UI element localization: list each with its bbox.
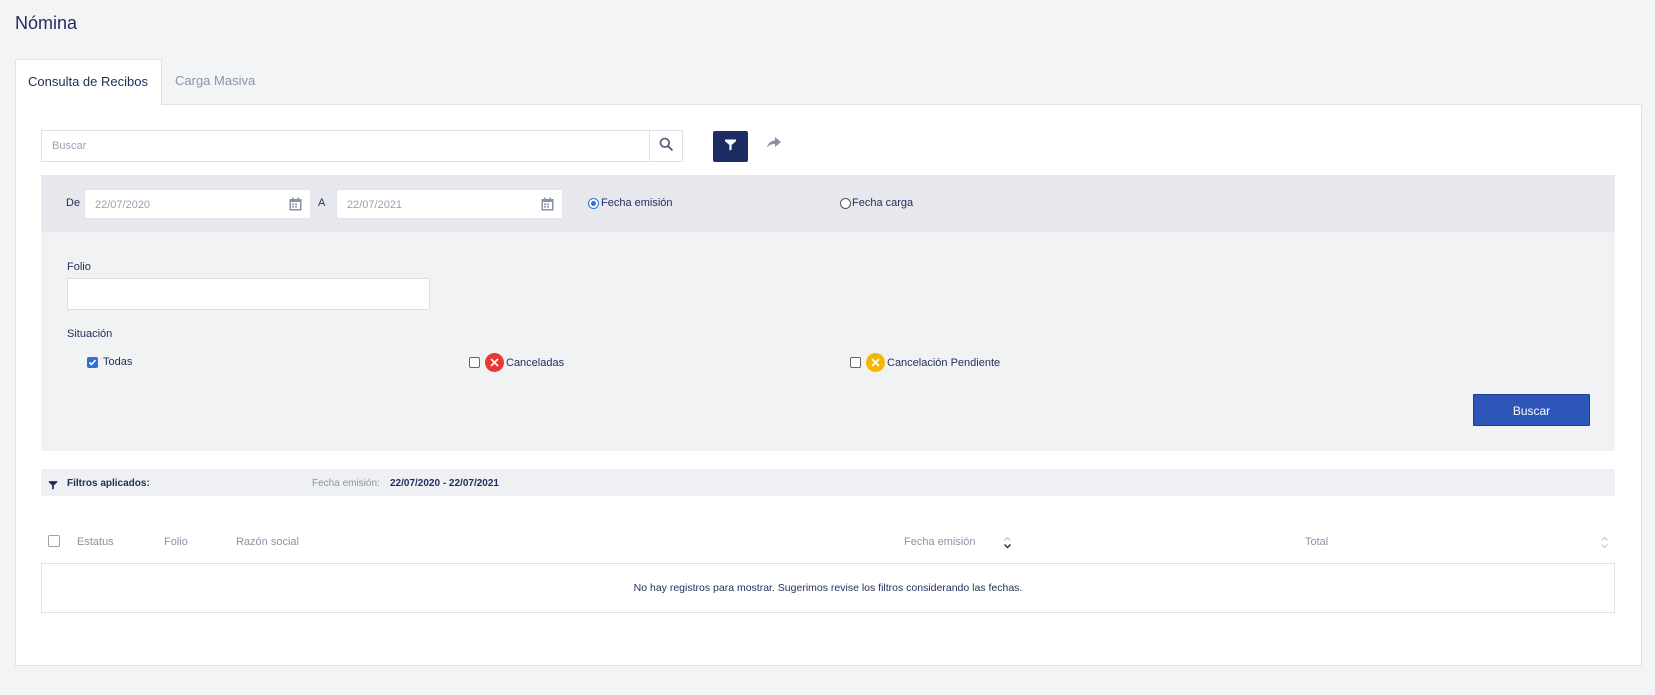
folio-label: Folio [67, 261, 91, 273]
date-from-value: 22/07/2020 [95, 199, 151, 211]
search-icon [659, 137, 673, 156]
search-button[interactable] [649, 130, 683, 162]
table-body: No hay registros para mostrar. Sugerimos… [41, 563, 1615, 613]
date-from-field[interactable]: 22/07/2020 [84, 189, 311, 219]
tab-consulta-de-recibos[interactable]: Consulta de Recibos [15, 59, 162, 105]
checkbox-canceladas[interactable] [469, 357, 480, 368]
filter-body [41, 232, 1615, 451]
calendar-icon[interactable] [541, 197, 554, 216]
date-to-label: A [318, 197, 326, 209]
applied-filters-bar [41, 469, 1615, 496]
filter-icon [724, 138, 737, 156]
checkbox-canceladas-label: Canceladas [506, 357, 565, 369]
column-header-razon-social[interactable]: Razón social [236, 536, 299, 548]
folio-input[interactable] [67, 278, 430, 310]
applied-filters-label: Filtros aplicados: [67, 478, 150, 489]
radio-fecha-emision[interactable] [588, 198, 599, 209]
applied-filter-key: Fecha emisión: [312, 478, 380, 489]
checkbox-cancelacion-pendiente-label: Cancelación Pendiente [887, 357, 1001, 369]
filter-icon [48, 477, 58, 495]
buscar-button[interactable]: Buscar [1473, 394, 1590, 426]
date-to-value: 22/07/2021 [347, 199, 403, 211]
share-button[interactable] [763, 134, 785, 156]
calendar-icon[interactable] [289, 197, 302, 216]
applied-filter-value: 22/07/2020 - 22/07/2021 [390, 478, 499, 489]
sort-icon[interactable] [1003, 536, 1012, 554]
checkbox-cancelacion-pendiente[interactable] [850, 357, 861, 368]
x-circle-icon [866, 353, 885, 372]
filter-toggle-button[interactable] [713, 131, 748, 162]
column-header-folio[interactable]: Folio [164, 536, 188, 548]
select-all-checkbox[interactable] [48, 535, 60, 547]
search-input[interactable] [42, 131, 650, 161]
tab-carga-masiva[interactable]: Carga Masiva [163, 59, 267, 105]
situacion-label: Situación [67, 328, 113, 340]
search-box [41, 130, 650, 162]
column-header-fecha-emision[interactable]: Fecha emisión [904, 536, 976, 548]
checkbox-todas-label: Todas [103, 356, 133, 368]
page-title: Nómina [15, 13, 78, 33]
x-circle-icon [485, 353, 504, 372]
column-header-estatus[interactable]: Estatus [77, 536, 114, 548]
date-to-field[interactable]: 22/07/2021 [336, 189, 563, 219]
checkbox-todas[interactable] [87, 357, 98, 368]
date-from-label: De [66, 197, 81, 209]
sort-icon[interactable] [1600, 536, 1609, 554]
column-header-total[interactable]: Total [1305, 536, 1328, 548]
radio-fecha-carga-label: Fecha carga [852, 197, 914, 209]
share-arrow-icon [766, 136, 782, 155]
empty-table-message: No hay registros para mostrar. Sugerimos… [633, 582, 1023, 594]
radio-fecha-emision-label: Fecha emisión [601, 197, 673, 209]
radio-fecha-carga[interactable] [840, 198, 851, 209]
